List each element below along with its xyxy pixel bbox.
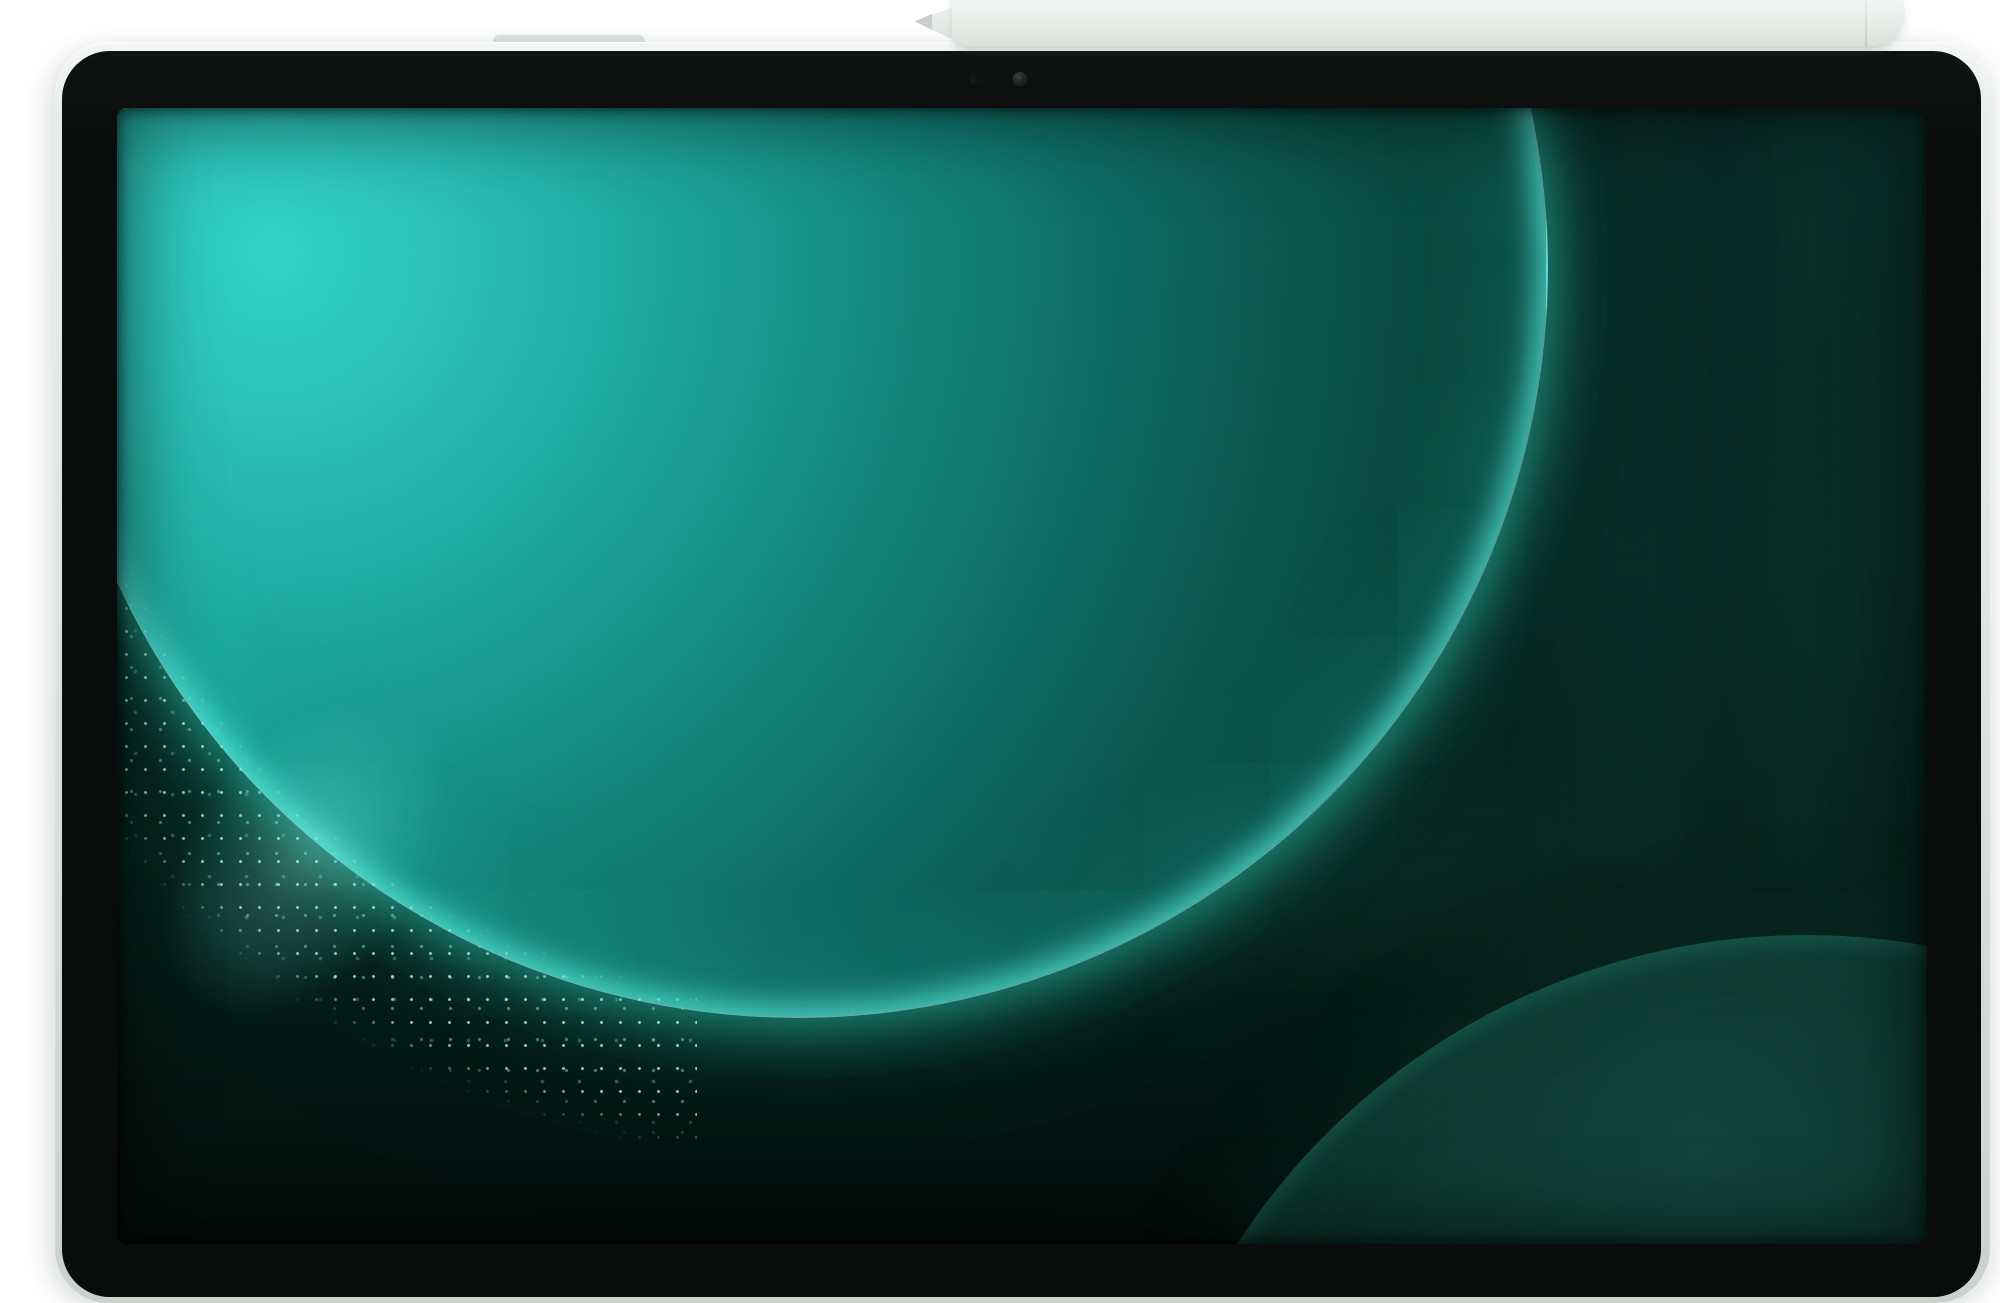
product-photo xyxy=(0,0,2000,1303)
stylus xyxy=(952,0,1905,46)
front-camera-icon xyxy=(1013,72,1027,86)
tablet-screen xyxy=(117,108,1927,1244)
light-sensor-icon xyxy=(969,76,977,84)
tablet xyxy=(0,0,2000,1303)
stylus-cap-seam xyxy=(1865,0,1867,46)
screen-vignette xyxy=(117,108,1927,1244)
